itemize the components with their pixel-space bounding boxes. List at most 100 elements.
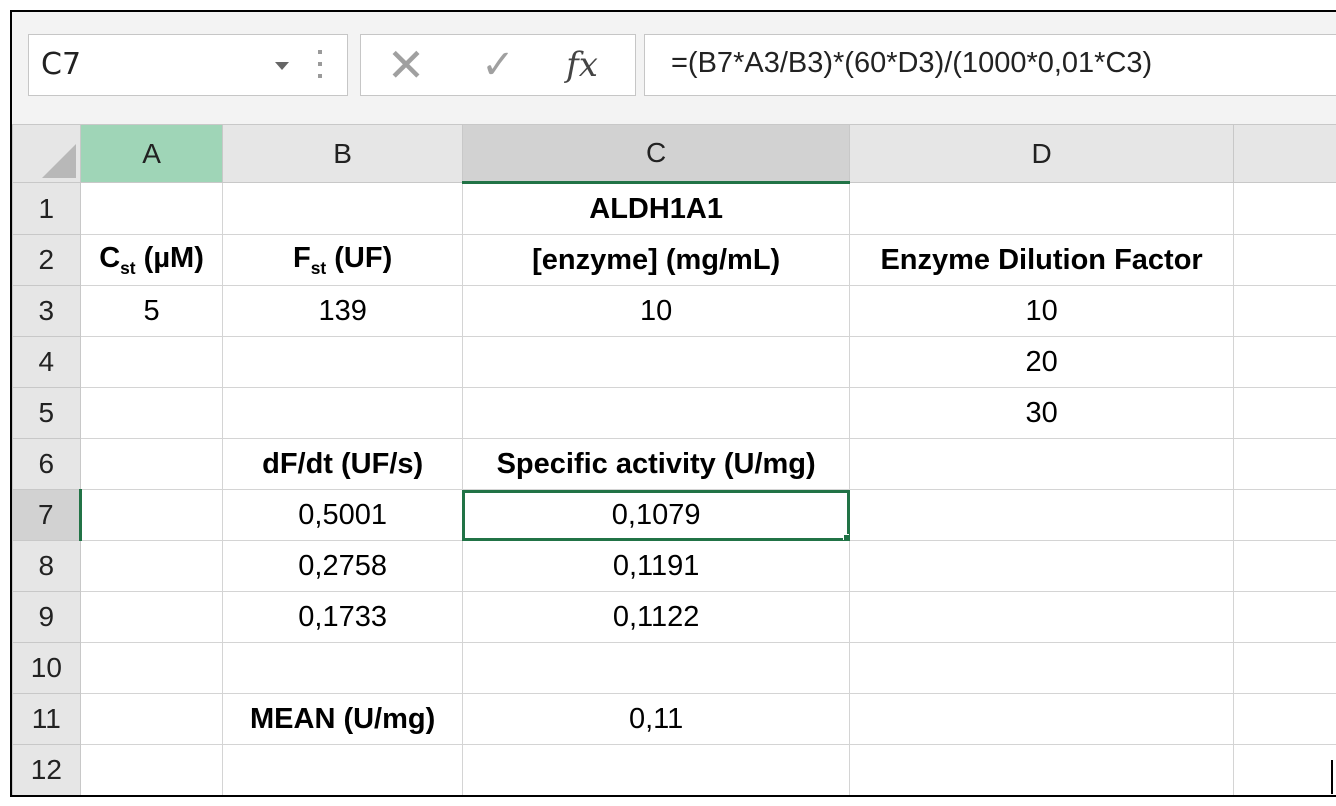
- cell-b8[interactable]: 0,2758: [222, 540, 463, 592]
- row-header[interactable]: 6: [12, 438, 81, 490]
- cell-d7[interactable]: [849, 489, 1234, 541]
- table-row: 8 0,2758 0,1191: [12, 540, 1336, 592]
- cell-e11[interactable]: [1232, 693, 1336, 745]
- cell-a12[interactable]: [79, 744, 224, 795]
- formula-input[interactable]: =(B7*A3/B3)*(60*D3)/(1000*0,01*C3): [644, 34, 1336, 96]
- chevron-down-icon[interactable]: [275, 62, 289, 70]
- row-header[interactable]: 10: [12, 642, 81, 694]
- cell-b11[interactable]: MEAN (U/mg): [222, 693, 463, 745]
- row-header[interactable]: 5: [12, 387, 81, 439]
- cell-a5[interactable]: [79, 387, 224, 439]
- cell-d3[interactable]: 10: [849, 285, 1234, 337]
- cell-d1[interactable]: [849, 182, 1234, 235]
- cell-a3[interactable]: 5: [79, 285, 224, 337]
- row-header[interactable]: 3: [12, 285, 81, 337]
- cell-d11[interactable]: [849, 693, 1234, 745]
- cell-a7[interactable]: [79, 489, 224, 541]
- row-header[interactable]: 4: [12, 336, 81, 388]
- cell-e6[interactable]: [1232, 438, 1336, 490]
- row-header[interactable]: 12: [12, 744, 81, 795]
- column-header-d[interactable]: D: [849, 124, 1234, 183]
- row-header[interactable]: 7: [12, 489, 82, 541]
- formula-toolbar: C7 ✕ ✓ fx =(B7*A3/B3)*(60*D3)/(1000*0,01…: [12, 12, 1336, 124]
- cell-b9[interactable]: 0,1733: [222, 591, 463, 643]
- cell-b5[interactable]: [222, 387, 463, 439]
- cell-d5[interactable]: 30: [849, 387, 1234, 439]
- table-row: 11 MEAN (U/mg) 0,11: [12, 693, 1336, 745]
- column-header-c[interactable]: C: [461, 124, 851, 184]
- cell-b2-subscript: st: [310, 257, 327, 278]
- cell-c9[interactable]: 0,1122: [461, 591, 851, 643]
- cell-e3[interactable]: [1232, 285, 1336, 337]
- cell-a8[interactable]: [79, 540, 224, 592]
- column-header-e[interactable]: [1232, 124, 1336, 183]
- table-row: 5 30: [12, 387, 1336, 439]
- cell-b10[interactable]: [222, 642, 463, 694]
- cell-b6[interactable]: dF/dt (UF/s): [222, 438, 463, 490]
- cell-b4[interactable]: [222, 336, 463, 388]
- cell-d10[interactable]: [849, 642, 1234, 694]
- cell-a9[interactable]: [79, 591, 224, 643]
- row-header[interactable]: 9: [12, 591, 81, 643]
- window-edge-divider: [1331, 760, 1333, 794]
- cell-d6[interactable]: [849, 438, 1234, 490]
- checkmark-icon[interactable]: ✓: [473, 35, 523, 95]
- cell-e1[interactable]: [1232, 182, 1336, 235]
- row-header[interactable]: 8: [12, 540, 81, 592]
- cell-d12[interactable]: [849, 744, 1234, 795]
- fill-handle[interactable]: [843, 534, 849, 540]
- cell-b7[interactable]: 0,5001: [222, 489, 463, 541]
- column-header-a[interactable]: A: [79, 124, 224, 183]
- cell-c8[interactable]: 0,1191: [461, 540, 851, 592]
- name-box[interactable]: C7: [28, 34, 348, 96]
- table-row: 1 ALDH1A1: [12, 182, 1336, 235]
- column-header-row: A B C D: [12, 124, 1336, 184]
- cell-c2[interactable]: [enzyme] (mg/mL): [461, 234, 851, 286]
- cell-d9[interactable]: [849, 591, 1234, 643]
- cell-a2-main: C: [99, 241, 121, 274]
- close-icon[interactable]: ✕: [381, 35, 431, 95]
- cell-a6[interactable]: [79, 438, 224, 490]
- cell-d2[interactable]: Enzyme Dilution Factor: [849, 234, 1234, 286]
- row-header[interactable]: 2: [12, 234, 81, 286]
- insert-function-icon[interactable]: fx: [557, 35, 607, 95]
- drag-handle-icon[interactable]: [318, 50, 324, 80]
- cell-b2[interactable]: Fst (UF): [222, 234, 463, 286]
- table-row: 2 Cst (µM) Fst (UF) [enzyme] (mg/mL) Enz…: [12, 234, 1336, 286]
- cell-c7-active[interactable]: 0,1079: [461, 489, 851, 541]
- cell-e10[interactable]: [1232, 642, 1336, 694]
- cell-c4[interactable]: [461, 336, 851, 388]
- worksheet-grid: A B C D 1 ALDH1A1 2 Cst (µM) Fst (UF) [e…: [12, 124, 1336, 795]
- cell-a4[interactable]: [79, 336, 224, 388]
- cell-b12[interactable]: [222, 744, 463, 795]
- cell-a11[interactable]: [79, 693, 224, 745]
- row-header[interactable]: 1: [12, 182, 81, 235]
- row-header[interactable]: 11: [12, 693, 81, 745]
- cell-e12[interactable]: [1232, 744, 1336, 795]
- select-all-button[interactable]: [12, 124, 81, 183]
- cell-b1[interactable]: [222, 182, 463, 235]
- cell-e4[interactable]: [1232, 336, 1336, 388]
- cell-a1[interactable]: [79, 182, 224, 235]
- cell-c11[interactable]: 0,11: [461, 693, 851, 745]
- cell-e2[interactable]: [1232, 234, 1336, 286]
- cell-d8[interactable]: [849, 540, 1234, 592]
- table-row: 9 0,1733 0,1122: [12, 591, 1336, 643]
- cell-d4[interactable]: 20: [849, 336, 1234, 388]
- cell-e7[interactable]: [1232, 489, 1336, 541]
- cell-a2[interactable]: Cst (µM): [79, 234, 224, 286]
- cell-b3[interactable]: 139: [222, 285, 463, 337]
- cell-e5[interactable]: [1232, 387, 1336, 439]
- cell-c6[interactable]: Specific activity (U/mg): [461, 438, 851, 490]
- cell-c12[interactable]: [461, 744, 851, 795]
- cell-c5[interactable]: [461, 387, 851, 439]
- column-header-b[interactable]: B: [222, 124, 463, 183]
- table-row: 10: [12, 642, 1336, 694]
- cell-a10[interactable]: [79, 642, 224, 694]
- cell-c1[interactable]: ALDH1A1: [461, 182, 851, 235]
- cell-e9[interactable]: [1232, 591, 1336, 643]
- cell-e8[interactable]: [1232, 540, 1336, 592]
- cell-c10[interactable]: [461, 642, 851, 694]
- formula-text: =(B7*A3/B3)*(60*D3)/(1000*0,01*C3): [671, 47, 1153, 79]
- cell-c3[interactable]: 10: [461, 285, 851, 337]
